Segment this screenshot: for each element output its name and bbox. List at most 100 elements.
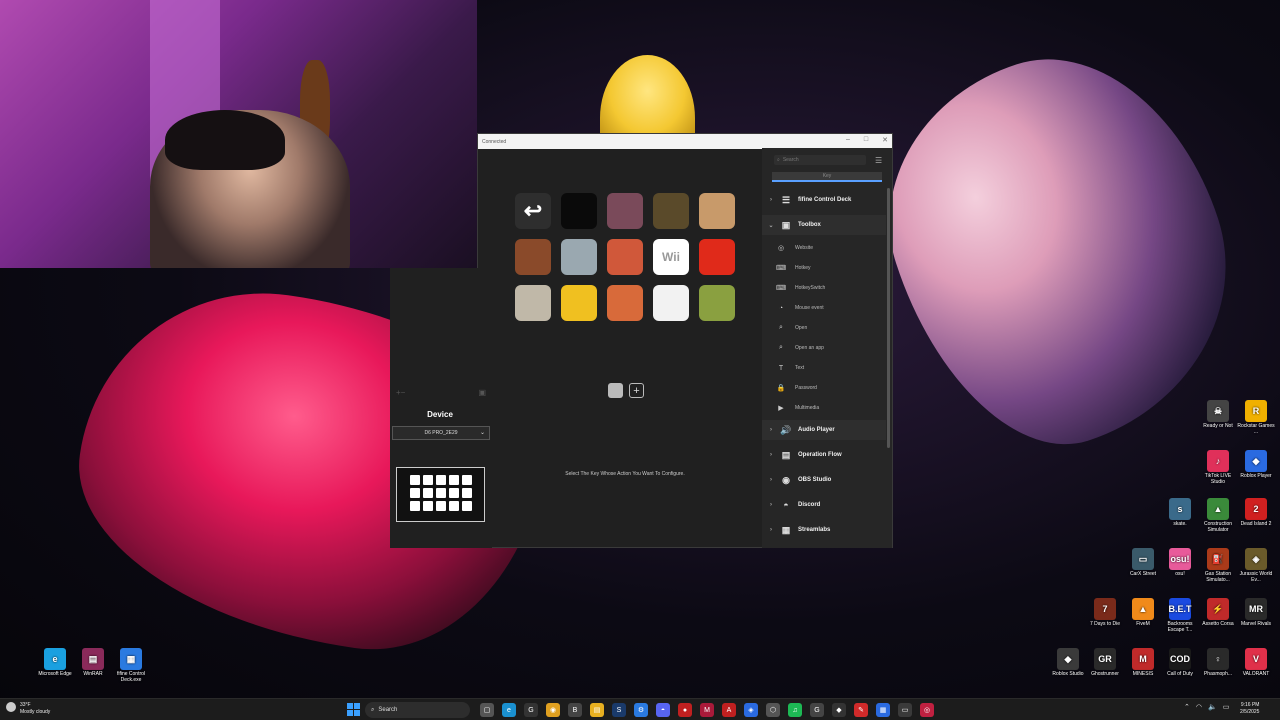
desktop-icon-construction-simulator[interactable]: ▲ Construction Simulator [1198, 498, 1238, 534]
key-cartoon-hand[interactable] [699, 193, 735, 229]
taskbar-app-app-ring-icon[interactable]: ◎ [920, 703, 934, 717]
taskbar-app-discord-icon[interactable]: ◓ [656, 703, 670, 717]
category-obs-studio[interactable]: › ◉ OBS Studio [762, 470, 886, 490]
taskbar-app-record-icon[interactable]: ● [678, 703, 692, 717]
taskbar-app-file-icon[interactable]: ▢ [480, 703, 494, 717]
taskbar-app-steam-icon[interactable]: S [612, 703, 626, 717]
battery-icon[interactable]: ▭ [1223, 703, 1230, 711]
taskbar-app-app-red2-icon[interactable]: ✎ [854, 703, 868, 717]
key-anime-pirate[interactable] [607, 285, 643, 321]
taskbar-app-app-red-icon[interactable]: M [700, 703, 714, 717]
taskbar-app-edge-icon[interactable]: e [502, 703, 516, 717]
category-discord[interactable]: › ◓ Discord [762, 495, 886, 515]
toolbox-item-open[interactable]: ⌕ Open [776, 321, 807, 335]
taskbar-app-chrome-icon[interactable]: ◉ [546, 703, 560, 717]
key-dog[interactable] [515, 285, 551, 321]
taskbar-app-spotify-icon[interactable]: ♫ [788, 703, 802, 717]
key-meme[interactable] [607, 239, 643, 275]
desktop-icon-roblox-studio[interactable]: ◆ Roblox Studio [1048, 648, 1088, 678]
toolbox-item-open-an-app[interactable]: ⌕ Open an app [776, 341, 824, 355]
category-toolbox[interactable]: ⌄ ▣ Toolbox [762, 215, 886, 235]
category-operation-flow[interactable]: › ▤ Operation Flow [762, 445, 886, 465]
key-wii[interactable]: Wii [653, 239, 689, 275]
search-input[interactable]: ⌕ Search [774, 155, 866, 165]
taskbar-app-app-blue2-icon[interactable]: ▦ [876, 703, 890, 717]
key-dark-image[interactable] [561, 193, 597, 229]
toolbox-item-password[interactable]: 🔒 Password [776, 381, 817, 395]
weather-widget[interactable]: 33°F Mostly cloudy [6, 702, 50, 715]
category-audio-player[interactable]: › 🔊 Audio Player [762, 420, 886, 440]
taskbar-app-app-blue-icon[interactable]: ◈ [744, 703, 758, 717]
taskbar-app-app-roblox-icon[interactable]: ◆ [832, 703, 846, 717]
chevron-up-icon[interactable]: ⌃ [1184, 703, 1190, 711]
desktop-icon-dead-island-2[interactable]: 2 Dead Island 2 [1236, 498, 1276, 528]
minimize-button[interactable]: – [846, 136, 850, 144]
desktop-icon-7-days-to-die[interactable]: 77 Days to Die [1085, 598, 1125, 628]
desktop-icon-ready-or-not[interactable]: ☠ Ready or Not [1198, 400, 1238, 430]
key-pixel-art[interactable] [515, 239, 551, 275]
toolbox-item-hotkey[interactable]: ⌨ Hotkey [776, 261, 811, 275]
desktop-icon-gas-station-simulato[interactable]: ⛽ Gas Station Simulato... [1198, 548, 1238, 584]
volume-icon[interactable]: 🔈 [1208, 703, 1217, 711]
add-page-button[interactable]: + [629, 383, 644, 398]
taskbar-app-app-gray-icon[interactable]: ⬡ [766, 703, 780, 717]
desktop-icon-osu[interactable]: osu! osu! [1160, 548, 1200, 578]
taskbar-search[interactable]: ⌕ Search [365, 702, 470, 718]
desktop-icon-rockstar-games[interactable]: R Rockstar Games ... [1236, 400, 1276, 436]
key-back[interactable]: ↩ [515, 193, 551, 229]
device-settings-icon[interactable]: ▣ [478, 388, 486, 397]
desktop-icon-fivem[interactable]: ▲ FiveM [1123, 598, 1163, 628]
taskbar-app-app-amd-icon[interactable]: A [722, 703, 736, 717]
webcam-hair [165, 110, 285, 170]
key-car-scene[interactable] [653, 193, 689, 229]
desktop-icon-phasmoph[interactable]: ♀ Phasmoph... [1198, 648, 1238, 678]
key-angry-face[interactable] [699, 239, 735, 275]
taskbar-app-settings-icon[interactable]: ⚙ [634, 703, 648, 717]
category-streamlabs[interactable]: › ▦ Streamlabs [762, 520, 886, 540]
desktop-icon-fifine-control-deck-exe[interactable]: ▦ fifine Control Deck.exe [111, 648, 151, 684]
desktop-icon-ghostrunner[interactable]: GR Ghostrunner [1085, 648, 1125, 678]
wifi-icon[interactable]: ◠ [1196, 703, 1202, 711]
desktop-icon-assetto-corsa[interactable]: ⚡ Assetto Corsa [1198, 598, 1238, 628]
panel-scrollbar[interactable] [887, 188, 890, 448]
taskbar-app-explorer-icon[interactable]: ▤ [590, 703, 604, 717]
start-button[interactable] [347, 703, 360, 716]
desktop-icon-valorant[interactable]: V VALORANT [1236, 648, 1276, 678]
close-button[interactable]: ✕ [882, 136, 888, 144]
taskbar-app-brave-icon[interactable]: B [568, 703, 582, 717]
taskbar-app-app-dark2-icon[interactable]: ▭ [898, 703, 912, 717]
key-sketch[interactable] [561, 239, 597, 275]
page-1-button[interactable] [608, 383, 623, 398]
desktop-icon-marvel-rivals[interactable]: MR Marvel Rivals [1236, 598, 1276, 628]
desktop-icon-skate[interactable]: s skate. [1160, 498, 1200, 528]
toolbox-item-hotkeyswitch[interactable]: ⌨ HotkeySwitch [776, 281, 825, 295]
toolbox-item-multimedia[interactable]: ▶ Multimedia [776, 401, 819, 415]
toolbox-item-text[interactable]: T Text [776, 361, 804, 375]
category-label: Operation Flow [798, 452, 842, 458]
key-yellow-face[interactable] [561, 285, 597, 321]
desktop-icon-jurassic-world-ev[interactable]: ◈ Jurassic World Ev... [1236, 548, 1276, 584]
desktop-icon-call-of-duty[interactable]: COD Call of Duty [1160, 648, 1200, 678]
desktop-icon-tiktok-live-studio[interactable]: ♪ TikTok LIVE Studio [1198, 450, 1238, 486]
desktop-icon-minesis[interactable]: M MINESIS [1123, 648, 1163, 678]
toolbox-item-mouse-event[interactable]: ◔ Mouse event [776, 301, 824, 315]
device-select[interactable]: D6 PRO_2E29 ⌄ [392, 426, 490, 440]
desktop-icon-roblox-player[interactable]: ◆ Roblox Player [1236, 450, 1276, 480]
key-warrior[interactable] [699, 285, 735, 321]
key-manga[interactable] [653, 285, 689, 321]
desktop-icon-backrooms-escape-t[interactable]: B.E.T Backrooms Escape T... [1160, 598, 1200, 634]
taskbar-app-app-dark-icon[interactable]: G [810, 703, 824, 717]
tab-key[interactable]: Key [772, 172, 882, 182]
taskbar-app-github-icon[interactable]: G [524, 703, 538, 717]
category-fifine-control-deck[interactable]: › ☰ fifine Control Deck [762, 190, 886, 210]
list-view-icon[interactable]: ☰ [875, 156, 882, 165]
app-icon: MR [1245, 598, 1267, 620]
desktop-icon-winrar[interactable]: ▤ WinRAR [73, 648, 113, 678]
key-anime-girl[interactable] [607, 193, 643, 229]
device-preview[interactable] [396, 467, 485, 522]
clock[interactable]: 9:16 PM 2/5/2025 [1240, 702, 1259, 716]
desktop-icon-carx-street[interactable]: ▭ CarX Street [1123, 548, 1163, 578]
desktop-icon-microsoft-edge[interactable]: e Microsoft Edge [35, 648, 75, 678]
toolbox-item-website[interactable]: ◎ Website [776, 241, 813, 255]
maximize-button[interactable]: □ [864, 136, 868, 144]
